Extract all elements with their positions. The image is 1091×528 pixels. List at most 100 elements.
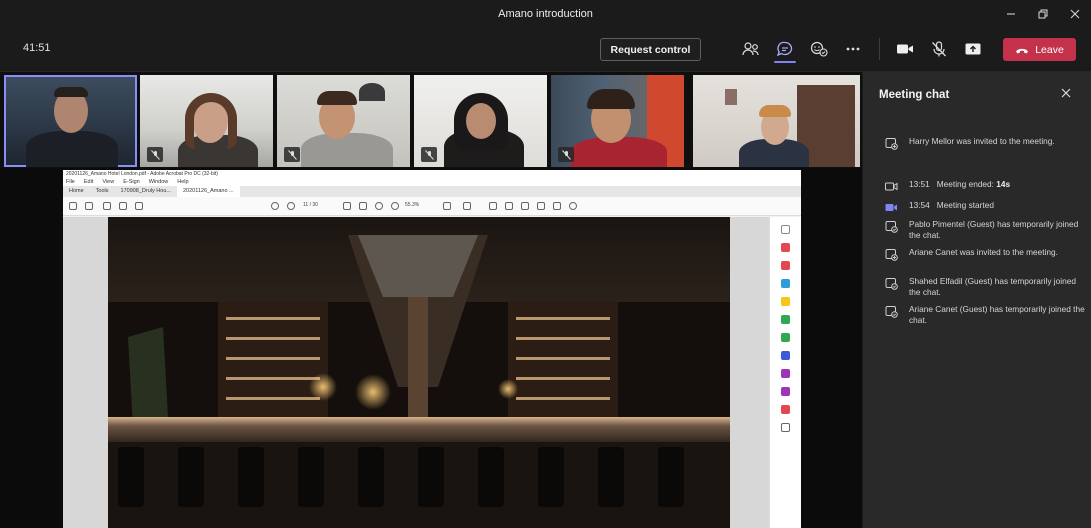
close-icon [1061,88,1071,98]
request-control-button[interactable]: Request control [600,38,701,61]
menu-item: Help [177,179,189,185]
menu-item: Edit [83,179,94,185]
join-icon [885,306,898,318]
fill-sign-icon [781,369,790,378]
export-pdf-icon [781,243,790,252]
more-icon [846,47,860,51]
minimize-button[interactable] [995,0,1027,28]
muted-indicator [421,147,437,162]
chat-event: Ariane Canet was invited to the meeting. [885,247,1085,261]
rotate-icon [569,202,577,210]
bar-render-image [108,217,730,528]
export-icon [781,333,790,342]
participant-video-tile[interactable] [140,75,273,167]
participant-face [466,103,496,139]
save-icon [69,202,77,210]
participants-button[interactable] [739,37,763,61]
chat-event-text: Harry Mellor was invited to the meeting. [909,136,1055,146]
restore-icon [1038,9,1048,19]
edit-pdf-icon [781,279,790,288]
search-icon [781,225,790,234]
send-icon [781,387,790,396]
participant-silhouette [301,133,393,167]
menu-item: File [66,179,75,185]
chat-event: Shahed Elfadil (Guest) has temporarily j… [885,276,1085,298]
zoom-level: 55.3% [405,202,420,208]
document-area [63,217,769,528]
bar-interior-render [108,217,730,528]
chat-event: Ariane Canet (Guest) has temporarily joi… [885,304,1085,326]
mic-off-icon [561,149,571,160]
close-window-button[interactable] [1059,0,1091,28]
chat-event-text: Pablo Pimentel (Guest) has temporarily j… [909,219,1079,240]
meeting-toolbar: 41:51 Request control Leave [0,28,1091,72]
chat-event-time: 13:54 [909,200,930,210]
mic-off-icon [424,149,434,160]
menu-item: View [102,179,115,185]
participant-video-tile[interactable] [693,75,860,167]
chat-event-text: Meeting ended: [936,179,994,189]
delete-icon [553,202,561,210]
chat-event: 13:51 Meeting ended: 14s [885,179,1085,193]
chat-event: 13:54 Meeting started [885,200,1085,214]
participant-silhouette [26,131,118,167]
leave-button[interactable]: Leave [1003,38,1076,61]
chat-event-text: Shahed Elfadil (Guest) has temporarily j… [909,276,1076,297]
chat-button[interactable] [773,37,797,61]
join-icon [885,278,898,290]
menu-item: Window [148,179,169,185]
reaction-icon [810,41,828,57]
stamp-icon [537,202,545,210]
hand-tool-icon [359,202,367,210]
camera-icon [897,44,913,54]
active-tab-indicator [774,61,796,63]
acrobat-tab: 20201126_Amano ... [176,186,240,197]
mic-off-icon [150,149,160,160]
more-actions-button[interactable] [841,37,865,61]
chat-event-text: Meeting started [936,200,994,210]
invite-icon [885,249,898,261]
pen-icon [505,202,513,210]
print-icon [103,202,111,210]
chat-icon [776,41,793,57]
page-up-icon [271,202,279,210]
minimize-icon [1007,13,1015,15]
camera-button[interactable] [893,37,917,61]
participant-video-tile[interactable] [551,75,684,167]
fit-page-icon [443,202,451,210]
redact-icon [781,405,790,414]
participant-video-tile[interactable] [4,75,137,167]
share-screen-button[interactable] [961,37,985,61]
mute-button[interactable] [927,37,951,61]
video-ended-icon [885,182,898,191]
close-icon [1070,9,1080,19]
acrobat-tabs: Home Tools 170908_Druly Hou... 20201126_… [63,186,801,197]
window-title: Amano introduction [498,8,593,20]
highlight-icon [521,202,529,210]
protect-icon [781,351,790,360]
acrobat-title: 20201126_Amano Hotel London.pdf - Adobe … [63,170,801,178]
chat-event: Pablo Pimentel (Guest) has temporarily j… [885,219,1085,241]
participant-video-tile[interactable] [414,75,547,167]
chat-event: Harry Mellor was invited to the meeting. [885,136,1085,150]
zoom-search-icon [135,202,143,210]
zoom-in-icon [391,202,399,210]
comment-tool-icon [781,297,790,306]
participant-silhouette [571,137,667,167]
chat-event-text: Ariane Canet (Guest) has temporarily joi… [909,304,1085,325]
restore-button[interactable] [1027,0,1059,28]
acrobat-menu: File Edit View E-Sign Window Help [63,178,801,186]
create-pdf-icon [781,261,790,270]
reactions-button[interactable] [807,37,831,61]
window-controls [995,0,1091,28]
close-chat-button[interactable] [1059,86,1073,100]
more-tools-icon [781,423,790,432]
shared-screen: 20201126_Amano Hotel London.pdf - Adobe … [0,168,862,528]
organize-icon [781,315,790,324]
mic-off-icon [932,41,946,57]
participant-video-tile[interactable] [277,75,410,167]
leave-label: Leave [1035,43,1064,56]
comment-icon [489,202,497,210]
muted-indicator [147,147,163,162]
participant-video-strip [0,72,862,168]
